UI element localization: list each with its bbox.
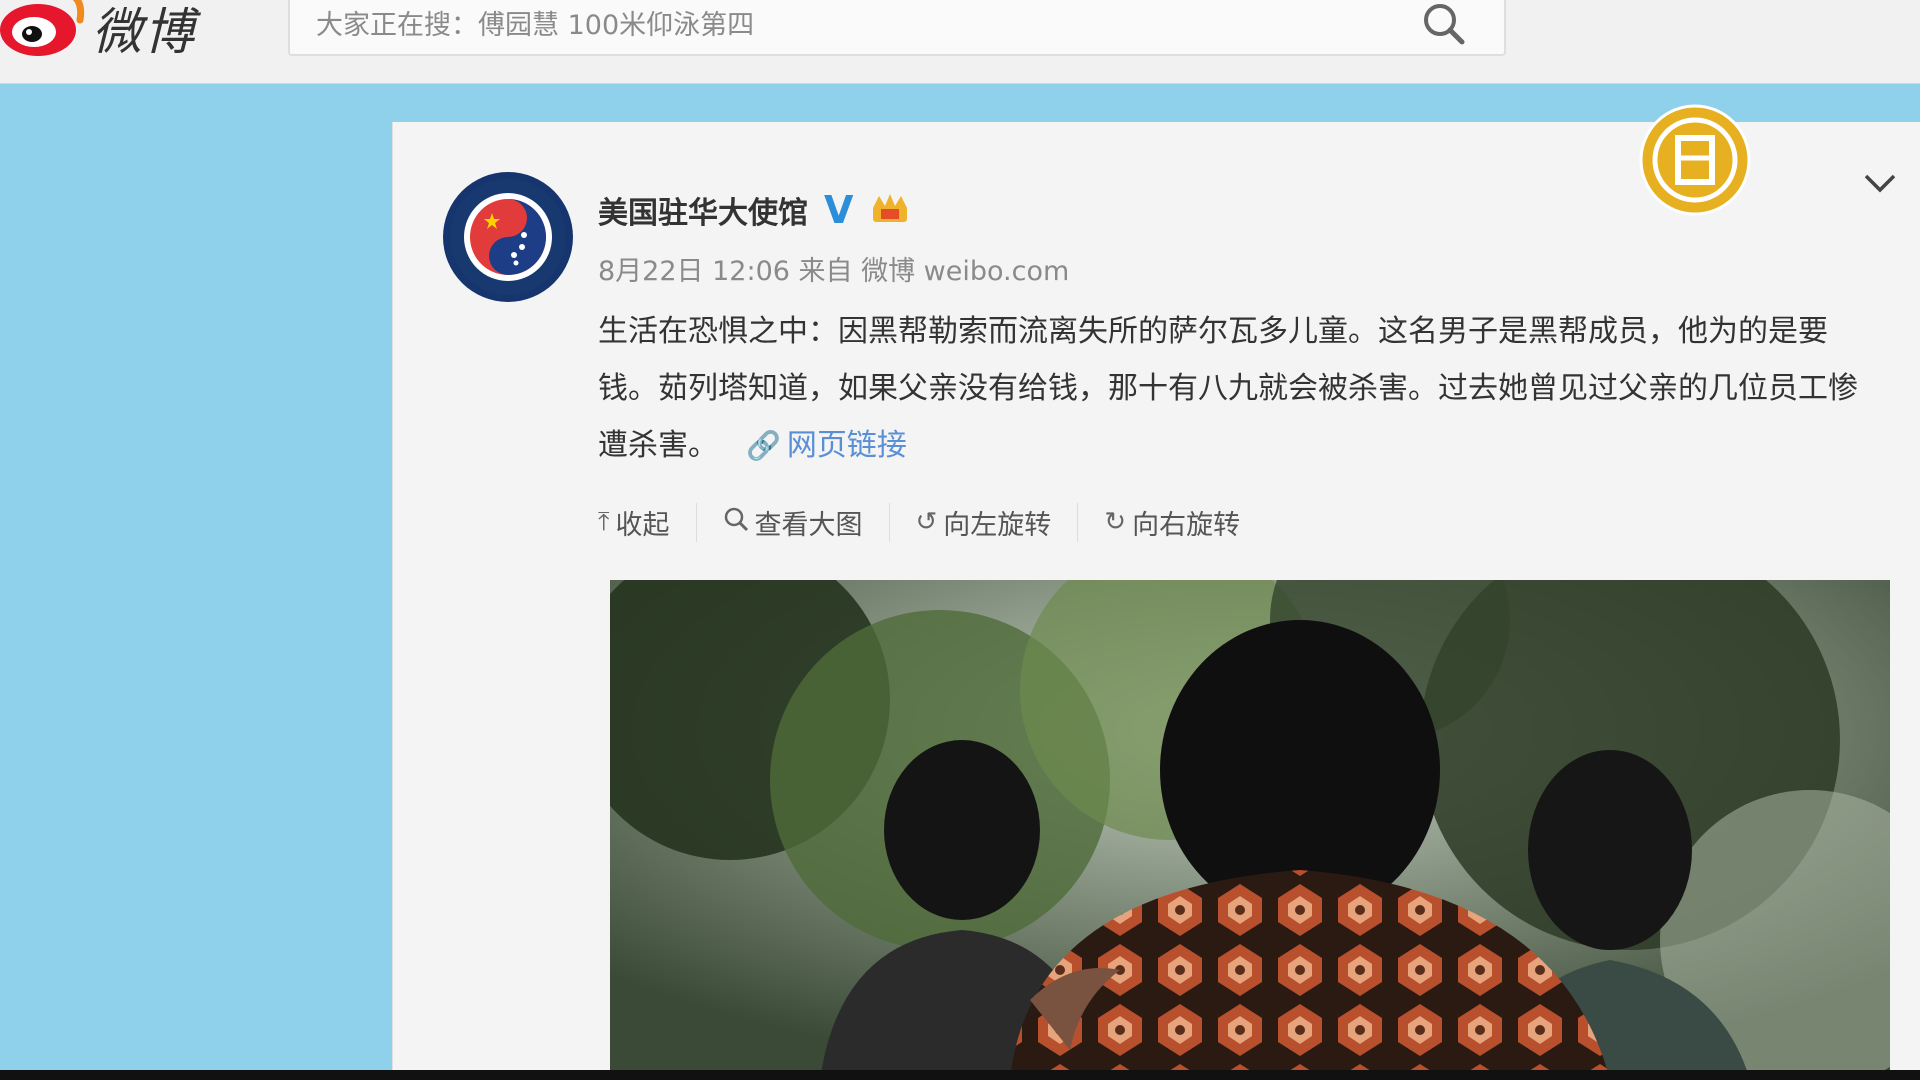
- post-text-block: 生活在恐惧之中：因黑帮勒索而流离失所的萨尔瓦多儿童。这名男子是黑帮成员，他为的是…: [598, 303, 1878, 474]
- post-meta: 8月22日 12:06 来自 微博 weibo.com: [598, 256, 1070, 287]
- search-input[interactable]: [290, 0, 1420, 54]
- view-large-button[interactable]: 查看大图: [723, 502, 890, 542]
- chevron-down-icon[interactable]: [1862, 168, 1898, 198]
- rotate-right-icon: ↻: [1104, 507, 1127, 537]
- top-nav-bar: 微博: [0, 0, 1920, 84]
- collapse-icon: ⤒: [598, 506, 610, 537]
- channel-logo-icon: [1639, 104, 1751, 216]
- rotate-right-button[interactable]: ↻ 向右旋转: [1104, 503, 1266, 542]
- verified-badge-icon[interactable]: V: [824, 191, 853, 229]
- rotate-left-button[interactable]: ↺ 向左旋转: [915, 502, 1079, 542]
- web-link[interactable]: 网页链接: [787, 428, 907, 463]
- author-name[interactable]: 美国驻华大使馆: [598, 188, 808, 232]
- rotate-left-label: 向左旋转: [943, 509, 1052, 541]
- avatar[interactable]: [443, 172, 573, 302]
- weibo-logo[interactable]: 微博: [0, 0, 230, 61]
- rotate-left-icon: ↺: [915, 507, 938, 537]
- image-actions: ⤒ 收起 查看大图 ↺ 向左旋转 ↻ 向右旋转: [598, 502, 1292, 542]
- weibo-eye-icon: [0, 0, 85, 56]
- post-image[interactable]: [610, 580, 1890, 1080]
- search-box: [288, 0, 1506, 56]
- rotate-right-label: 向右旋转: [1132, 509, 1241, 541]
- bottom-edge: [0, 1070, 1920, 1080]
- link-icon: 🔗: [746, 429, 781, 462]
- search-icon[interactable]: [1420, 0, 1466, 50]
- weibo-logo-text: 微博: [92, 3, 196, 61]
- search-icon: [723, 506, 749, 539]
- author-row: 美国驻华大使馆 V: [598, 186, 911, 234]
- collapse-label: 收起: [615, 509, 670, 541]
- crown-badge-icon[interactable]: [869, 192, 911, 228]
- collapse-button[interactable]: ⤒ 收起: [598, 502, 697, 542]
- embassy-seal-icon: [450, 179, 566, 295]
- view-large-label: 查看大图: [754, 509, 863, 541]
